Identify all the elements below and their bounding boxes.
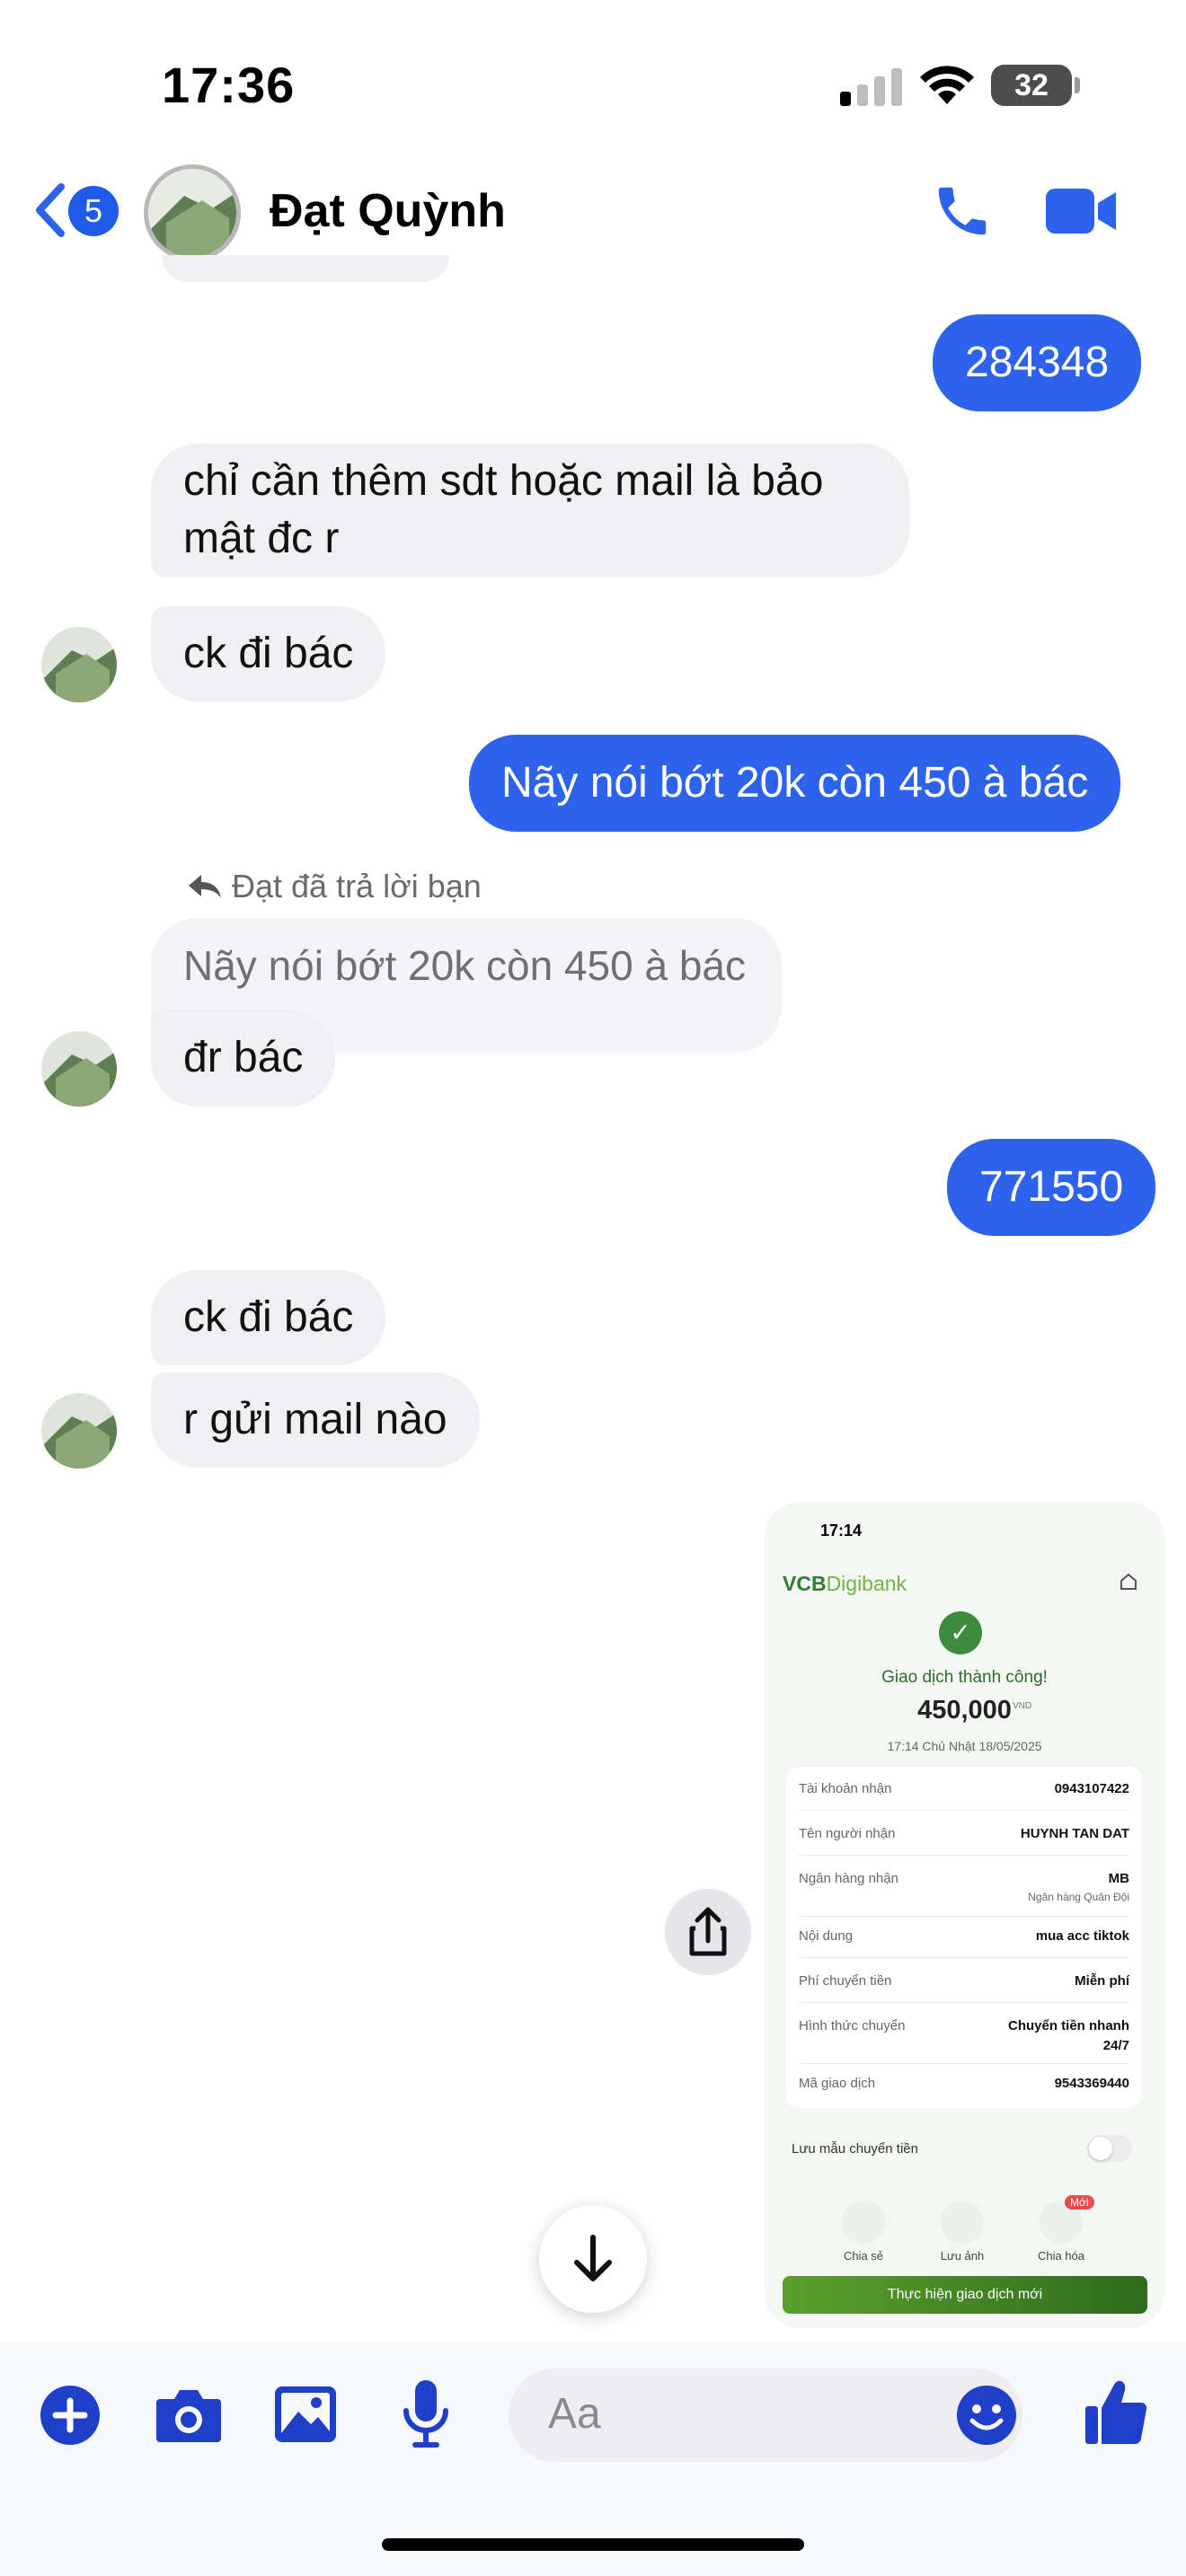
detail-value: 9543369440 [1054, 2076, 1129, 2091]
vcb-digibank-logo: VCBDigibank [783, 1572, 907, 1596]
camera-icon[interactable] [155, 2386, 223, 2444]
toggle-knob [1089, 2137, 1112, 2160]
emoji-icon[interactable] [956, 2385, 1017, 2446]
previous-message-edge [162, 255, 449, 282]
share-action-icon [842, 2201, 885, 2244]
action-row-mask [765, 2262, 1164, 2274]
avatar-photo-icon [41, 1393, 117, 1469]
detail-label: Ngân hàng nhận [799, 1871, 898, 1886]
scroll-to-bottom-button[interactable] [539, 2205, 647, 2313]
transaction-datetime: 17:14 Chủ Nhật 18/05/2025 [887, 1739, 1042, 1753]
detail-value: HUYNH TAN DAT [1020, 1826, 1129, 1841]
detail-label: Mã giao dịch [799, 2076, 876, 2091]
plus-icon[interactable] [40, 2385, 101, 2446]
battery-icon: 32 [991, 65, 1072, 106]
new-transaction-button: Thực hiện giao dịch mới [783, 2276, 1147, 2314]
detail-subvalue: Ngân hàng Quân Đội [1028, 1891, 1129, 1903]
transaction-amount: 450,000 [917, 1696, 1012, 1725]
home-icon [1120, 1573, 1137, 1590]
incoming-message[interactable]: đr bác [151, 1010, 336, 1107]
battery-tip [1075, 77, 1080, 93]
reply-arrow-icon [189, 875, 221, 898]
contact-name[interactable]: Đạt Quỳnh [270, 184, 506, 238]
detail-label: Tài khoản nhận [799, 1781, 892, 1796]
action-label: Lưu ảnh [940, 2249, 985, 2263]
action-label: Chia sẻ [843, 2249, 884, 2263]
new-badge: Mới [1065, 2195, 1094, 2210]
brand-prefix: VCB [783, 1572, 827, 1595]
status-time: 17:36 [162, 57, 296, 113]
contact-avatar[interactable] [144, 164, 241, 261]
incoming-message[interactable]: ck đi bác [151, 1270, 386, 1365]
avatar-photo-icon [41, 627, 117, 702]
detail-label: Phí chuyển tiền [799, 1973, 892, 1989]
video-call-icon[interactable] [1044, 185, 1118, 237]
transaction-details: Tài khoản nhận 0943107422 Tên người nhận… [786, 1767, 1142, 2108]
incoming-message[interactable]: r gửi mail nào [151, 1372, 480, 1468]
receipt-image-message[interactable]: 17:14 VCBDigibank ✓ Giao dịch thành công… [765, 1502, 1164, 2328]
save-image-action-icon [941, 2201, 984, 2244]
reply-label: Đạt đã trả lời bạn [232, 868, 482, 904]
incoming-message[interactable]: chỉ cần thêm sdt hoặc mail là bảo mật đc… [151, 444, 909, 577]
share-button[interactable] [665, 1889, 751, 1975]
incoming-message-text: chỉ cần thêm sdt hoặc mail là bảo mật đc… [183, 457, 824, 562]
share-icon [689, 1907, 727, 1956]
transaction-status: Giao dịch thành công! [881, 1668, 1048, 1687]
outgoing-message[interactable]: Nãy nói bớt 20k còn 450 à bác [469, 735, 1121, 832]
brand-suffix: Digibank [826, 1572, 907, 1595]
receipt-status-time: 17:14 [820, 1522, 863, 1539]
outgoing-message[interactable]: 771550 [947, 1139, 1156, 1236]
avatar-photo-icon [41, 1031, 117, 1107]
like-thumbs-up-icon[interactable] [1084, 2376, 1148, 2448]
microphone-icon[interactable] [401, 2378, 451, 2448]
sender-avatar[interactable] [41, 1031, 117, 1107]
detail-label: Hình thức chuyển [799, 2018, 906, 2033]
action-label: Chia hóa [1037, 2249, 1085, 2263]
currency-label: VND [1013, 1701, 1032, 1711]
unread-count-badge[interactable]: 5 [68, 186, 119, 236]
phone-call-icon[interactable] [931, 180, 994, 243]
message-input-placeholder: Aa [548, 2390, 601, 2438]
detail-value-line2: 24/7 [1102, 2038, 1129, 2053]
back-chevron-icon[interactable] [32, 181, 68, 239]
detail-value: MB [1108, 1871, 1129, 1886]
wifi-icon [920, 66, 974, 104]
sender-avatar[interactable] [41, 627, 117, 702]
cellular-signal-icon [840, 68, 902, 106]
detail-label: Tên người nhận [799, 1826, 896, 1841]
gallery-icon[interactable] [273, 2385, 338, 2444]
detail-value: Chuyển tiền nhanh [1008, 2018, 1129, 2033]
home-indicator [382, 2538, 804, 2551]
sender-avatar[interactable] [41, 1393, 117, 1469]
save-template-label: Lưu mẫu chuyển tiền [792, 2141, 918, 2157]
avatar-photo-icon [148, 169, 236, 257]
success-check-icon: ✓ [939, 1611, 982, 1654]
detail-value: mua acc tiktok [1035, 1928, 1129, 1944]
detail-value: 0943107422 [1054, 1781, 1129, 1796]
incoming-message[interactable]: ck đi bác [151, 606, 386, 701]
arrow-down-icon [574, 2235, 612, 2281]
detail-value: Miễn phí [1075, 1973, 1129, 1989]
outgoing-message[interactable]: 284348 [933, 314, 1142, 411]
detail-label: Nội dung [799, 1928, 854, 1944]
battery-level: 32 [991, 65, 1072, 106]
